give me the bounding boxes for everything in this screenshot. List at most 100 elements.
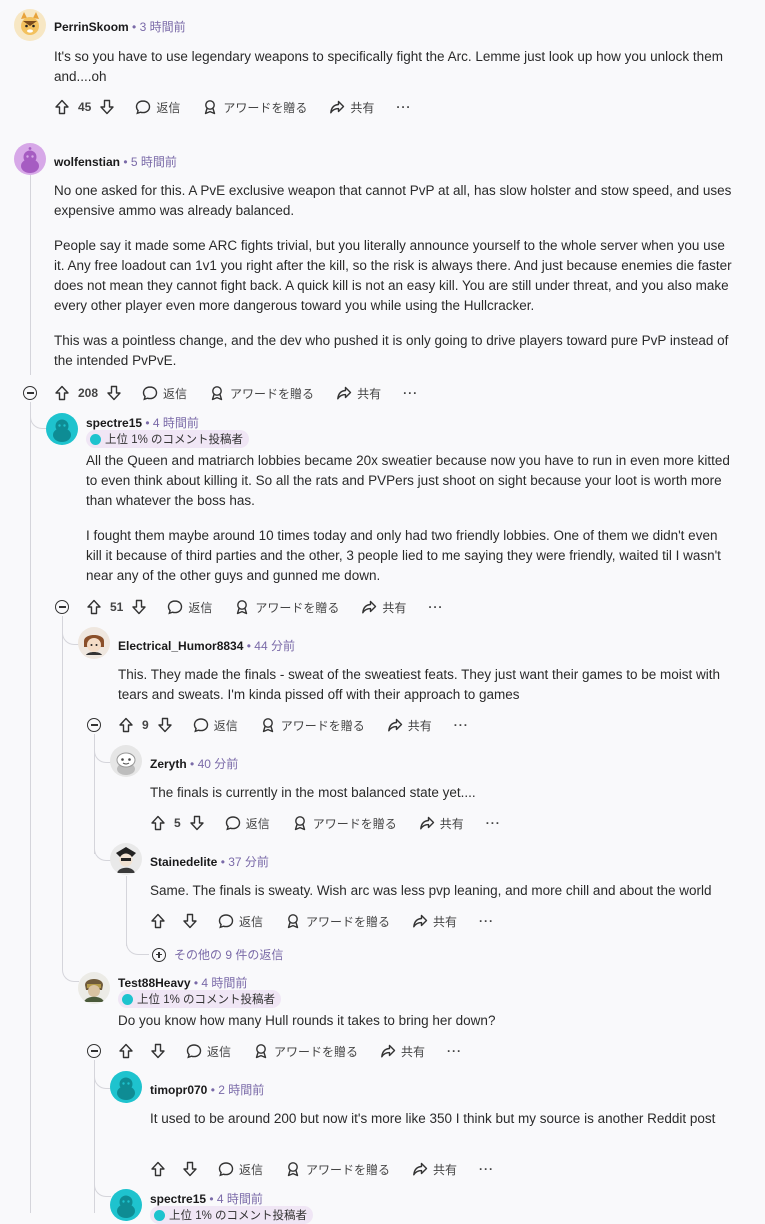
reply-button[interactable]: 返信 — [186, 1043, 231, 1060]
comment-actions: 9 返信 アワードを贈る 共有 ··· — [118, 713, 469, 737]
reply-button[interactable]: 返信 — [225, 815, 270, 832]
award-button[interactable]: アワードを贈る — [292, 815, 397, 832]
vote-group: 5 — [150, 815, 205, 831]
more-options-button[interactable]: ··· — [479, 914, 494, 928]
award-button[interactable]: アワードを贈る — [202, 99, 307, 116]
collapse-thread-button[interactable] — [23, 386, 37, 400]
avatar[interactable] — [110, 843, 142, 875]
award-button[interactable]: アワードを贈る — [285, 913, 390, 930]
downvote-icon[interactable] — [157, 717, 173, 733]
username[interactable]: Electrical_Humor8834 — [118, 639, 243, 653]
avatar[interactable] — [46, 413, 78, 445]
username[interactable]: Stainedelite — [150, 855, 217, 869]
upvote-icon[interactable] — [54, 99, 70, 115]
share-button[interactable]: 共有 — [380, 1043, 425, 1060]
share-button[interactable]: 共有 — [419, 815, 464, 832]
collapse-thread-button[interactable] — [55, 600, 69, 614]
share-icon — [387, 717, 403, 733]
share-button[interactable]: 共有 — [387, 717, 432, 734]
reply-button[interactable]: 返信 — [135, 99, 180, 116]
award-button[interactable]: アワードを贈る — [209, 385, 314, 402]
username[interactable]: spectre15 — [86, 416, 142, 430]
timestamp[interactable]: • 5 時間前 — [123, 155, 177, 169]
award-button[interactable]: アワードを贈る — [253, 1043, 358, 1060]
more-options-button[interactable]: ··· — [396, 100, 411, 114]
downvote-icon[interactable] — [150, 1043, 166, 1059]
timestamp[interactable]: • 4 時間前 — [194, 976, 248, 990]
username[interactable]: timopr070 — [150, 1083, 207, 1097]
downvote-icon[interactable] — [99, 99, 115, 115]
share-button[interactable]: 共有 — [412, 913, 457, 930]
upvote-icon[interactable] — [150, 913, 166, 929]
username[interactable]: Zeryth — [150, 757, 187, 771]
reply-label: 返信 — [207, 1044, 232, 1059]
downvote-icon[interactable] — [189, 815, 205, 831]
downvote-icon[interactable] — [182, 913, 198, 929]
reply-button[interactable]: 返信 — [193, 717, 238, 734]
avatar[interactable] — [78, 627, 110, 659]
share-icon — [361, 599, 377, 615]
comment-meta: Electrical_Humor8834 • 44 分前 — [118, 637, 295, 654]
share-button[interactable]: 共有 — [412, 1161, 457, 1178]
vote-group — [150, 1161, 198, 1177]
award-icon — [260, 717, 276, 733]
username[interactable]: spectre15 — [150, 1192, 206, 1206]
upvote-icon[interactable] — [118, 1043, 134, 1059]
award-button[interactable]: アワードを贈る — [285, 1161, 390, 1178]
timestamp[interactable]: • 3 時間前 — [132, 20, 186, 34]
comment-actions: 返信 アワードを贈る 共有 ··· — [150, 1157, 494, 1181]
reply-button[interactable]: 返信 — [142, 385, 187, 402]
reply-icon — [193, 717, 209, 733]
share-button[interactable]: 共有 — [361, 599, 406, 616]
collapse-thread-button[interactable] — [87, 1044, 101, 1058]
share-button[interactable]: 共有 — [336, 385, 381, 402]
avatar[interactable] — [78, 972, 110, 1004]
upvote-icon[interactable] — [150, 1161, 166, 1177]
timestamp[interactable]: • 44 分前 — [247, 639, 295, 653]
avatar[interactable] — [14, 9, 46, 41]
timestamp[interactable]: • 4 時間前 — [209, 1192, 263, 1206]
username[interactable]: PerrinSkoom — [54, 20, 129, 34]
award-icon — [253, 1043, 269, 1059]
vote-count: 45 — [78, 100, 92, 114]
reply-button[interactable]: 返信 — [218, 1161, 263, 1178]
downvote-icon[interactable] — [131, 599, 147, 615]
more-options-button[interactable]: ··· — [454, 718, 469, 732]
vote-count: 208 — [78, 386, 99, 400]
upvote-icon[interactable] — [54, 385, 70, 401]
timestamp[interactable]: • 4 時間前 — [145, 416, 199, 430]
timestamp[interactable]: • 40 分前 — [190, 757, 238, 771]
reply-button[interactable]: 返信 — [218, 913, 263, 930]
more-options-button[interactable]: ··· — [403, 386, 418, 400]
more-options-button[interactable]: ··· — [447, 1044, 462, 1058]
comment-actions: 返信 アワードを贈る 共有 ··· — [150, 909, 494, 933]
award-button[interactable]: アワードを贈る — [234, 599, 339, 616]
downvote-icon[interactable] — [106, 385, 122, 401]
avatar[interactable] — [110, 1071, 142, 1103]
more-options-button[interactable]: ··· — [486, 816, 501, 830]
collapse-thread-button[interactable] — [87, 718, 101, 732]
flair-label: 上位 1% のコメント投稿者 — [137, 994, 276, 1006]
avatar[interactable] — [110, 1189, 142, 1221]
username[interactable]: Test88Heavy — [118, 976, 191, 990]
more-options-button[interactable]: ··· — [479, 1162, 494, 1176]
upvote-icon[interactable] — [118, 717, 134, 733]
upvote-icon[interactable] — [86, 599, 102, 615]
avatar[interactable] — [14, 143, 46, 175]
timestamp[interactable]: • 37 分前 — [221, 855, 269, 869]
flair-label: 上位 1% のコメント投稿者 — [169, 1210, 308, 1222]
reply-label: 返信 — [239, 1162, 264, 1177]
reply-button[interactable]: 返信 — [167, 599, 212, 616]
comment-body: It's so you have to use legendary weapon… — [54, 47, 734, 102]
award-icon — [209, 385, 225, 401]
thread-branch — [62, 940, 79, 982]
share-button[interactable]: 共有 — [329, 99, 374, 116]
timestamp[interactable]: • 2 時間前 — [211, 1083, 265, 1097]
upvote-icon[interactable] — [150, 815, 166, 831]
award-button[interactable]: アワードを贈る — [260, 717, 365, 734]
username[interactable]: wolfenstian — [54, 155, 120, 169]
more-replies-link[interactable]: その他の 9 件の返信 — [152, 946, 283, 963]
avatar[interactable] — [110, 745, 142, 777]
downvote-icon[interactable] — [182, 1161, 198, 1177]
more-options-button[interactable]: ··· — [428, 600, 443, 614]
